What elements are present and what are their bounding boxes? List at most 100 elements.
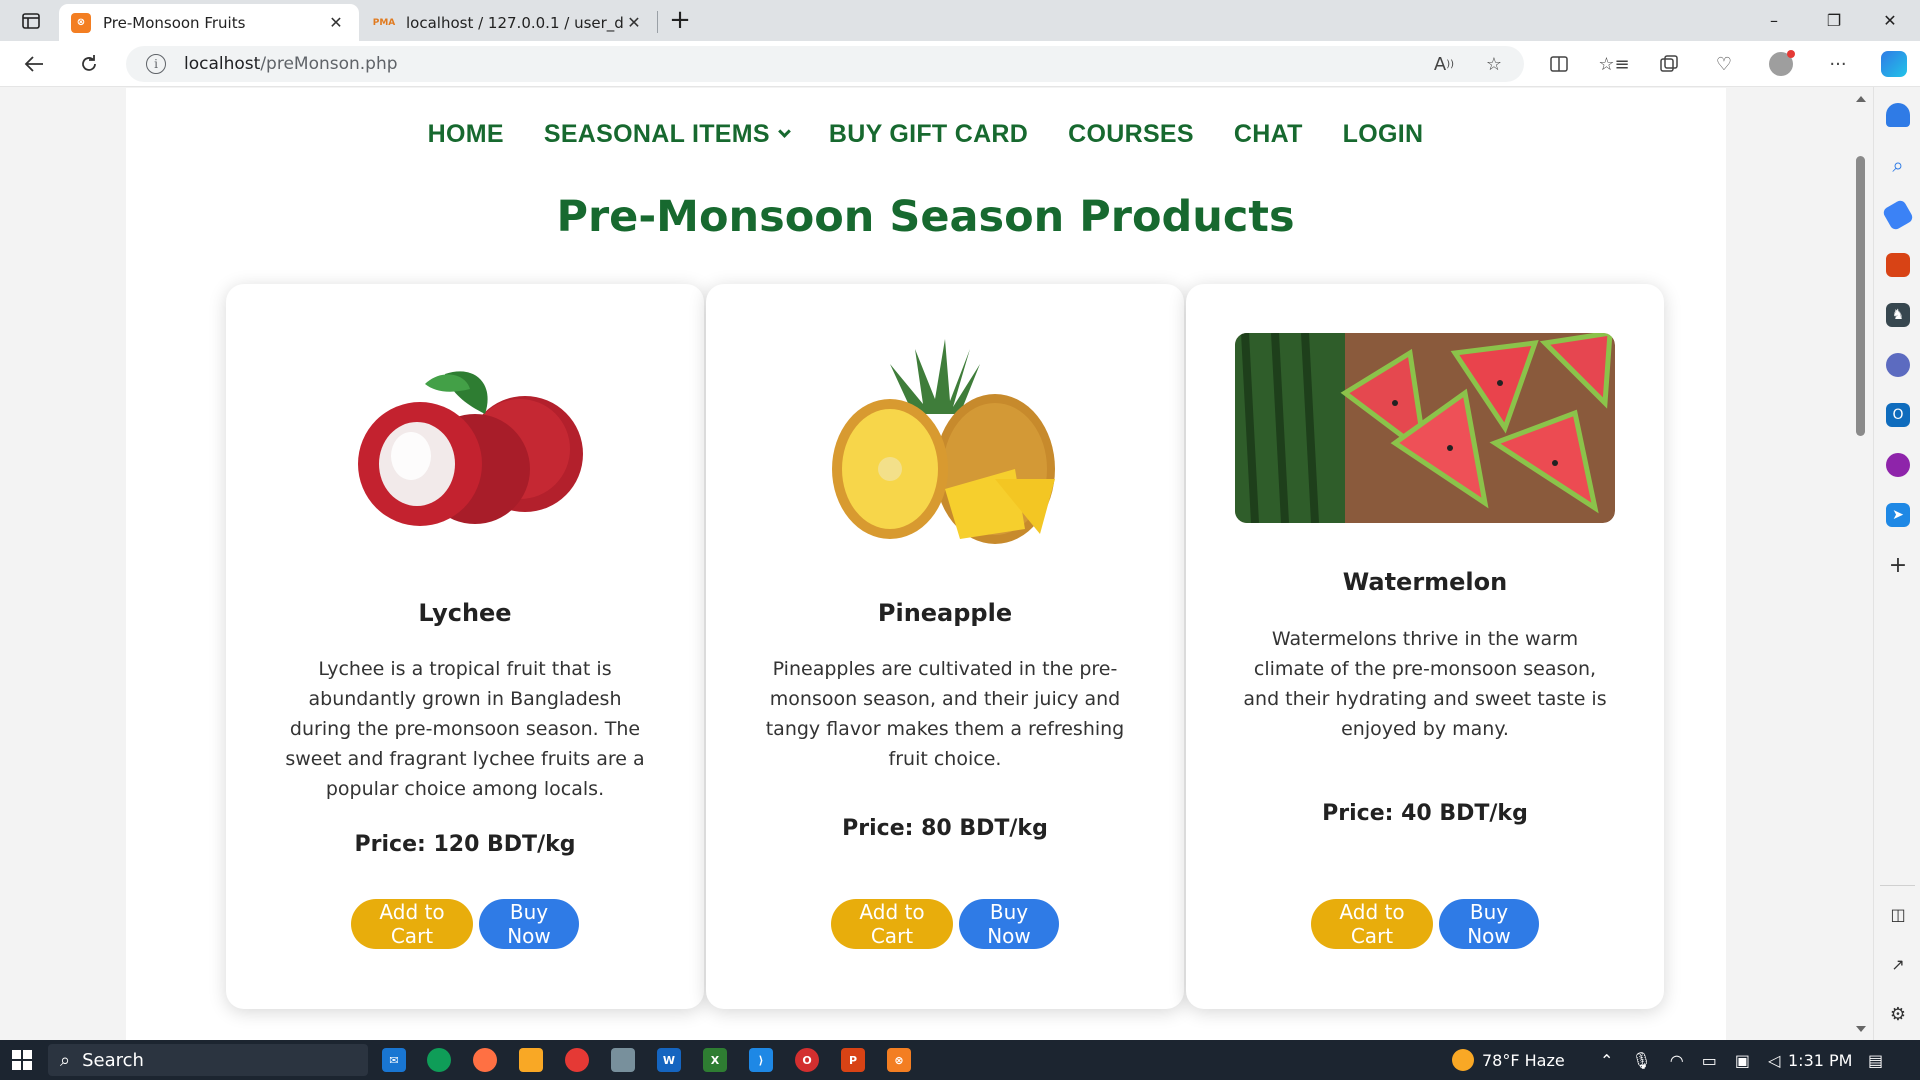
hide-sidebar-icon[interactable]: ◫	[1886, 902, 1910, 926]
chrome-app-icon[interactable]	[565, 1048, 589, 1072]
buy-now-button[interactable]: Buy Now	[479, 899, 579, 949]
battery-icon[interactable]: ▭	[1702, 1051, 1717, 1070]
page-title: Pre-Monsoon Season Products	[556, 192, 1295, 242]
add-icon[interactable]: +	[1886, 553, 1910, 578]
system-tray: ⌃ 🎙 ◠ ▭ ▣ ◁	[1600, 1040, 1780, 1080]
url-path: /preMonson.php	[260, 54, 398, 74]
page-scrollbar[interactable]	[1850, 88, 1872, 1040]
send-icon[interactable]: ➤	[1886, 503, 1910, 527]
excel-app-icon[interactable]: X	[703, 1048, 727, 1072]
nav-home[interactable]: HOME	[428, 120, 504, 149]
tab-separator	[657, 11, 658, 33]
mail-app-icon[interactable]: ✉	[382, 1048, 406, 1072]
tab-actions-button[interactable]	[14, 8, 48, 34]
edge-sidebar: ⌕ ♞ O ➤ + ◫ ↗ ⚙	[1873, 87, 1920, 1040]
edge-app-icon[interactable]	[427, 1048, 451, 1072]
add-to-cart-button[interactable]: Add to Cart	[351, 899, 473, 949]
start-button[interactable]	[12, 1050, 32, 1070]
url-host: localhost	[184, 54, 261, 74]
favorites-icon[interactable]: ☆≡	[1598, 49, 1630, 79]
browser-toolbar: i localhost/preMonson.php A)) ☆ ☆≡ ♡ ···	[0, 41, 1920, 87]
chevron-up-icon[interactable]: ⌃	[1600, 1051, 1613, 1070]
xampp-app-icon[interactable]: ⊗	[887, 1048, 911, 1072]
page-viewport: HOME SEASONAL ITEMS BUY GIFT CARD COURSE…	[0, 88, 1850, 1040]
sidebar-divider	[1880, 885, 1915, 886]
site-navbar: HOME SEASONAL ITEMS BUY GIFT CARD COURSE…	[186, 88, 1665, 180]
product-card-pineapple: Pineapple Pineapples are cultivated in t…	[706, 284, 1184, 1009]
watermelon-image	[1216, 333, 1634, 523]
scroll-up-arrow-icon[interactable]	[1856, 96, 1866, 102]
refresh-button[interactable]	[73, 49, 105, 79]
back-button[interactable]	[18, 49, 50, 79]
tab-close-icon[interactable]: ✕	[623, 13, 645, 32]
browser-tab-strip: ⊗ Pre-Monsoon Fruits ✕ PMA localhost / 1…	[0, 0, 1920, 41]
product-card-watermelon: Watermelon Watermelons thrive in the war…	[1186, 284, 1664, 1009]
buy-now-button[interactable]: Buy Now	[959, 899, 1059, 949]
microphone-icon[interactable]: 🎙	[1631, 1051, 1651, 1070]
tab-pre-monsoon-fruits[interactable]: ⊗ Pre-Monsoon Fruits ✕	[59, 4, 359, 41]
taskbar-search-label: Search	[82, 1049, 144, 1071]
settings-gear-icon[interactable]: ⚙	[1886, 1002, 1910, 1026]
split-screen-icon[interactable]	[1543, 49, 1575, 79]
new-tab-button[interactable]: +	[665, 6, 695, 36]
nav-chat[interactable]: CHAT	[1234, 120, 1303, 149]
read-aloud-icon[interactable]: A))	[1428, 49, 1460, 79]
wifi-icon[interactable]: ◠	[1670, 1051, 1684, 1070]
product-card-lychee: Lychee Lychee is a tropical fruit that i…	[226, 284, 704, 1009]
product-name: Pineapple	[877, 599, 1013, 627]
notifications-icon[interactable]: ▤	[1868, 1040, 1883, 1080]
tab-title: localhost / 127.0.0.1 / user_db / u	[406, 13, 623, 32]
display-icon[interactable]: ▣	[1735, 1051, 1750, 1070]
restore-button[interactable]: ❐	[1806, 0, 1862, 41]
add-to-cart-button[interactable]: Add to Cart	[831, 899, 953, 949]
tab-phpmyadmin[interactable]: PMA localhost / 127.0.0.1 / user_db / u …	[362, 4, 657, 41]
nav-seasonal-items[interactable]: SEASONAL ITEMS	[544, 120, 791, 149]
games-icon[interactable]: ♞	[1886, 303, 1910, 327]
collections-icon[interactable]	[1653, 49, 1685, 79]
search-icon[interactable]: ⌕	[1886, 153, 1910, 177]
pineapple-image	[736, 329, 1154, 559]
site-info-icon[interactable]: i	[146, 54, 166, 74]
tools-icon[interactable]	[1886, 253, 1910, 277]
vscode-app-icon[interactable]: ⟩	[749, 1048, 773, 1072]
file-explorer-icon[interactable]	[519, 1048, 543, 1072]
windows-taskbar: ⌕ Search ✉ W X ⟩ O P ⊗ 78°F Haze ⌃ 🎙 ◠ ▭…	[0, 1040, 1920, 1080]
scroll-down-arrow-icon[interactable]	[1856, 1026, 1866, 1032]
buy-now-button[interactable]: Buy Now	[1439, 899, 1539, 949]
more-menu-icon[interactable]: ···	[1822, 49, 1854, 79]
nav-buy-gift-card[interactable]: BUY GIFT CARD	[829, 120, 1028, 149]
browser-essentials-icon[interactable]: ♡	[1708, 49, 1740, 79]
outlook-icon[interactable]: O	[1886, 403, 1910, 427]
weather-sun-icon	[1452, 1049, 1474, 1071]
word-app-icon[interactable]: W	[657, 1048, 681, 1072]
volume-icon[interactable]: ◁	[1768, 1051, 1780, 1070]
open-external-icon[interactable]: ↗	[1886, 952, 1910, 976]
chevron-down-icon	[777, 124, 791, 138]
close-window-button[interactable]: ✕	[1862, 0, 1918, 41]
nav-login[interactable]: LOGIN	[1343, 120, 1424, 149]
add-to-cart-button[interactable]: Add to Cart	[1311, 899, 1433, 949]
notepad-app-icon[interactable]	[611, 1048, 635, 1072]
weather-widget[interactable]: 78°F Haze	[1452, 1040, 1565, 1080]
product-price: Price: 80 BDT/kg	[842, 816, 1048, 841]
product-price: Price: 120 BDT/kg	[354, 832, 576, 857]
nav-courses[interactable]: COURSES	[1068, 120, 1194, 149]
shopping-tag-icon[interactable]	[1881, 198, 1915, 232]
taskbar-search[interactable]: ⌕ Search	[48, 1044, 368, 1076]
microsoft-365-icon[interactable]	[1886, 353, 1910, 377]
minimize-button[interactable]: –	[1746, 0, 1802, 41]
tab-close-icon[interactable]: ✕	[325, 13, 347, 32]
notifications-bell-icon[interactable]	[1886, 103, 1910, 127]
copilot-icon[interactable]	[1878, 49, 1910, 79]
opera-app-icon[interactable]: O	[795, 1048, 819, 1072]
powerpoint-app-icon[interactable]: P	[841, 1048, 865, 1072]
scrollbar-thumb[interactable]	[1856, 156, 1865, 436]
profile-avatar[interactable]	[1765, 49, 1797, 79]
address-bar[interactable]: i localhost/preMonson.php	[126, 46, 1524, 82]
firefox-app-icon[interactable]	[473, 1048, 497, 1072]
favorite-star-icon[interactable]: ☆	[1478, 49, 1510, 79]
phpmyadmin-icon: PMA	[372, 17, 396, 28]
product-description: Pineapples are cultivated in the pre-mon…	[765, 658, 1125, 770]
designer-icon[interactable]	[1886, 453, 1910, 477]
taskbar-clock[interactable]: 1:31 PM	[1788, 1040, 1852, 1080]
